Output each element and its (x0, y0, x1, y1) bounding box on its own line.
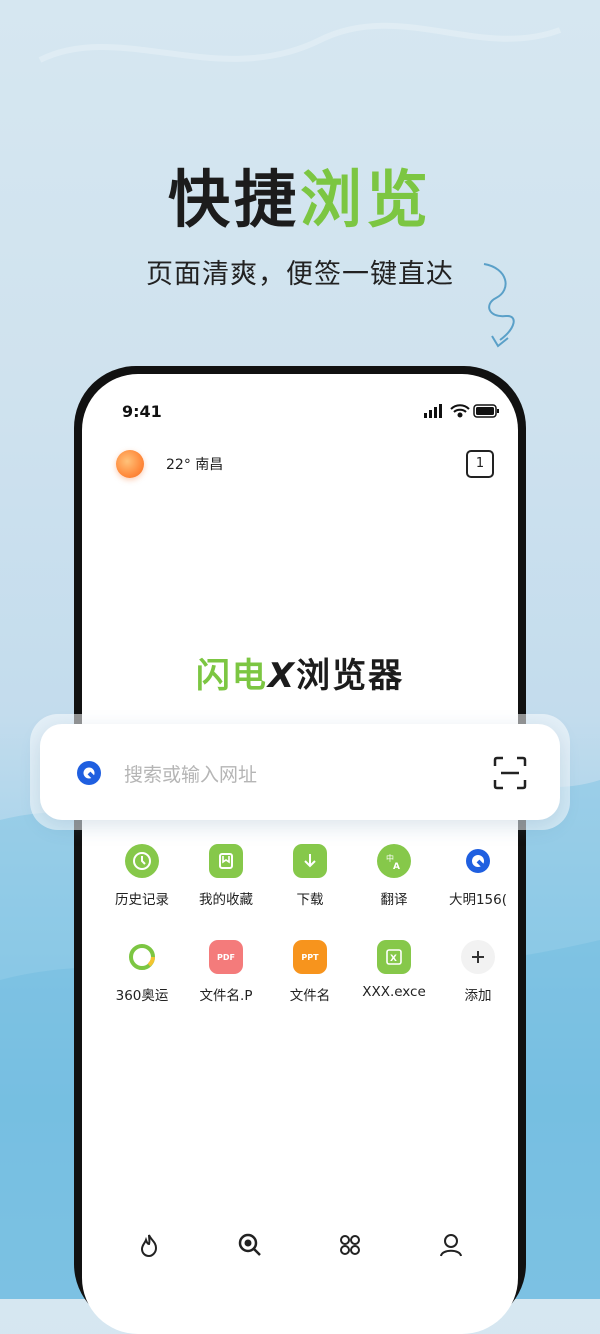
logo-part3: 浏览器 (296, 656, 405, 696)
shortcut-pdf[interactable]: PDF 文件名.P (184, 940, 268, 1004)
search-input[interactable]: 搜索或输入网址 (124, 760, 257, 787)
fire-icon[interactable] (136, 1232, 162, 1258)
curly-arrow-icon (483, 263, 515, 348)
excel-icon: X (377, 940, 411, 974)
hero-title-green: 浏览 (300, 163, 433, 236)
shortcut-download[interactable]: 下载 (268, 844, 352, 908)
weather-sun-icon[interactable] (116, 450, 144, 478)
shortcut-excel[interactable]: X XXX.exce (352, 940, 436, 1000)
svg-text:A: A (393, 862, 400, 871)
hero-title-dark: 快捷 (167, 163, 300, 236)
status-time: 9:41 (122, 402, 162, 421)
shortcut-label: 文件名 (289, 988, 331, 1004)
ppt-badge: PPT (301, 952, 319, 962)
svg-text:X: X (390, 954, 397, 964)
search-card: 搜索或输入网址 (30, 714, 570, 830)
battery-icon (473, 404, 499, 418)
shortcut-add[interactable]: 添加 (436, 940, 518, 1004)
shortcut-label: 添加 (464, 988, 492, 1004)
browser-logo-icon (461, 844, 495, 878)
bottom-nav (82, 1232, 518, 1272)
ring-logo-icon (125, 940, 159, 974)
pdf-badge: PDF (217, 952, 235, 962)
user-icon[interactable] (438, 1232, 464, 1258)
logo-x: X (267, 656, 297, 696)
phone-screen: 9:41 22° 南昌 1 闪电X浏览器 历史记录 我的收藏 下载 中 A 翻译… (82, 374, 518, 1334)
clock-icon (125, 844, 159, 878)
shortcut-label: 文件名.P (199, 988, 253, 1004)
shortcut-bookmarks[interactable]: 我的收藏 (184, 844, 268, 908)
shortcut-translate[interactable]: 中A 翻译 (352, 844, 436, 908)
tab-count-button[interactable]: 1 (466, 450, 494, 478)
status-icons (424, 404, 499, 418)
phone-frame: 9:41 22° 南昌 1 闪电X浏览器 历史记录 我的收藏 下载 中 A 翻译… (74, 366, 526, 1334)
download-icon (293, 844, 327, 878)
shortcut-label: 翻译 (380, 892, 408, 908)
shortcut-ppt[interactable]: PPT 文件名 (268, 940, 352, 1004)
wifi-icon (450, 404, 470, 418)
scan-icon[interactable] (493, 756, 527, 790)
apps-icon[interactable] (337, 1232, 363, 1258)
shortcut-360[interactable]: 360奥运 (100, 940, 184, 1004)
search-bar[interactable]: 搜索或输入网址 (40, 724, 560, 820)
search-engine-logo-icon[interactable] (76, 760, 102, 786)
shortcut-label: 历史记录 (115, 892, 169, 908)
bookmark-icon (209, 844, 243, 878)
shortcut-label: 我的收藏 (199, 892, 253, 908)
browser-logo: 闪电X浏览器 (82, 648, 518, 697)
weather-text[interactable]: 22° 南昌 (166, 454, 223, 474)
logo-part1: 闪电 (195, 656, 268, 696)
shortcut-history[interactable]: 历史记录 (100, 844, 184, 908)
pdf-icon: PDF (209, 940, 243, 974)
translate-icon: 中A (377, 844, 411, 878)
search-icon[interactable] (237, 1232, 263, 1258)
shortcut-label: XXX.exce (362, 984, 426, 1000)
add-icon (461, 940, 495, 974)
shortcut-label: 大明156( (448, 892, 508, 908)
shortcut-site[interactable]: 大明156( (436, 844, 518, 908)
ppt-icon: PPT (293, 940, 327, 974)
hero-title: 快捷浏览 (0, 160, 600, 240)
shortcut-label: 下载 (296, 892, 324, 908)
signal-icon (424, 404, 442, 418)
shortcut-label: 360奥运 (115, 988, 169, 1004)
